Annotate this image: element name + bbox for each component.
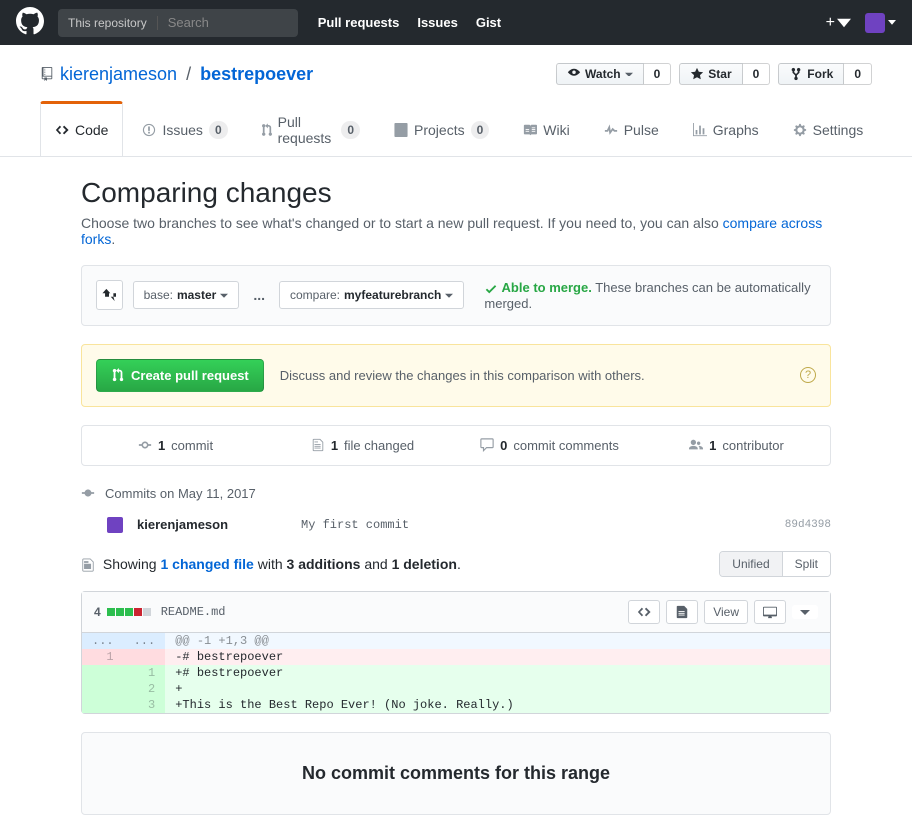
pr-icon	[262, 123, 272, 137]
tab-pull-requests[interactable]: Pull requests0	[247, 103, 375, 156]
repo-icon	[40, 67, 54, 81]
compare-branch-select[interactable]: compare: myfeaturebranch	[279, 281, 464, 309]
tab-graphs[interactable]: Graphs	[678, 103, 774, 156]
pagehead: kierenjameson / bestrepoever Watch 0 Sta…	[0, 45, 912, 157]
diff-view-toggle: Unified Split	[719, 551, 831, 577]
book-icon	[523, 123, 537, 137]
compare-box: base: master ... compare: myfeaturebranc…	[81, 265, 831, 326]
diff-table: ......@@ -1 +1,3 @@ 1-# bestrepoever 1+#…	[82, 633, 830, 713]
tab-settings[interactable]: Settings	[778, 103, 879, 156]
stats-row: 1 commit 1 file changed 0 commit comment…	[81, 425, 831, 466]
source-view-icon[interactable]	[628, 600, 660, 624]
pr-banner: Create pull request Discuss and review t…	[81, 344, 831, 407]
diffstat: 4	[94, 605, 151, 619]
stat-comments[interactable]: 0 commit comments	[456, 426, 643, 465]
swap-branches-icon[interactable]	[96, 280, 123, 310]
check-icon	[484, 282, 498, 296]
top-nav: Pull requests Issues Gist	[318, 15, 501, 30]
repo-title: kierenjameson / bestrepoever	[60, 64, 313, 85]
changed-files-link[interactable]: 1 changed file	[160, 556, 253, 572]
commit-row[interactable]: kierenjameson My first commit 89d4398	[81, 511, 831, 551]
watch-button[interactable]: Watch 0	[556, 63, 671, 85]
search-input[interactable]	[158, 15, 298, 30]
comment-icon	[480, 438, 494, 452]
file-icon	[311, 438, 325, 452]
fork-button[interactable]: Fork 0	[778, 63, 872, 85]
tab-code[interactable]: Code	[40, 101, 123, 156]
star-count[interactable]: 0	[743, 63, 771, 85]
code-icon	[55, 123, 69, 137]
tab-pulse[interactable]: Pulse	[589, 103, 674, 156]
pr-banner-text: Discuss and review the changes in this c…	[280, 368, 784, 383]
repo-link[interactable]: bestrepoever	[200, 64, 313, 84]
file-diff-icon	[81, 558, 95, 572]
merge-status: Able to merge. These branches can be aut…	[484, 280, 816, 311]
people-icon	[689, 438, 703, 452]
nav-gist[interactable]: Gist	[476, 15, 501, 30]
eye-icon	[567, 67, 581, 81]
github-logo-icon[interactable]	[16, 7, 44, 38]
pr-icon	[111, 368, 125, 382]
rendered-view-icon[interactable]	[666, 600, 698, 624]
owner-link[interactable]: kierenjameson	[60, 64, 177, 84]
display-icon[interactable]	[754, 600, 786, 624]
nav-pull-requests[interactable]: Pull requests	[318, 15, 400, 30]
no-comments: No commit comments for this range	[81, 732, 831, 815]
gear-icon	[793, 123, 807, 137]
ellipsis: ...	[249, 287, 269, 303]
commit-group-icon	[81, 486, 95, 500]
watch-count[interactable]: 0	[644, 63, 672, 85]
file-header: 4 README.md View	[82, 592, 830, 633]
split-button[interactable]: Split	[782, 552, 830, 576]
base-branch-select[interactable]: base: master	[133, 281, 240, 309]
fork-count[interactable]: 0	[844, 63, 872, 85]
graph-icon	[693, 123, 707, 137]
search-container: This repository	[58, 9, 298, 37]
create-new-icon[interactable]: +	[826, 14, 851, 32]
file-diff: 4 README.md View ......@@ -1 +1,3 @@ 1-#…	[81, 591, 831, 714]
commit-icon	[138, 438, 152, 452]
tab-projects[interactable]: Projects0	[379, 103, 504, 156]
diff-summary: Showing 1 changed file with 3 additions …	[81, 556, 461, 572]
unified-button[interactable]: Unified	[720, 552, 781, 576]
tab-issues[interactable]: Issues0	[127, 103, 242, 156]
stat-files[interactable]: 1 file changed	[269, 426, 456, 465]
search-scope[interactable]: This repository	[58, 16, 158, 30]
nav-issues[interactable]: Issues	[417, 15, 457, 30]
user-avatar[interactable]	[865, 13, 896, 33]
issue-icon	[142, 123, 156, 137]
topbar: This repository Pull requests Issues Gis…	[0, 0, 912, 45]
help-icon[interactable]: ?	[800, 367, 816, 383]
commit-avatar	[107, 517, 123, 533]
commit-message[interactable]: My first commit	[301, 518, 771, 532]
file-name[interactable]: README.md	[161, 605, 226, 619]
commit-author[interactable]: kierenjameson	[137, 517, 287, 532]
star-icon	[690, 67, 704, 81]
fork-icon	[789, 67, 803, 81]
stat-contributors[interactable]: 1 contributor	[643, 426, 830, 465]
chevron-down-icon[interactable]	[792, 605, 818, 619]
commit-sha[interactable]: 89d4398	[785, 519, 831, 531]
repo-nav: Code Issues0 Pull requests0 Projects0 Wi…	[40, 103, 872, 156]
page-subtext: Choose two branches to see what's change…	[81, 215, 831, 247]
tab-wiki[interactable]: Wiki	[508, 103, 584, 156]
pulse-icon	[604, 123, 618, 137]
star-button[interactable]: Star 0	[679, 63, 770, 85]
diff-header-row: Showing 1 changed file with 3 additions …	[81, 551, 831, 577]
project-icon	[394, 123, 408, 137]
create-pr-button[interactable]: Create pull request	[96, 359, 264, 392]
view-file-button[interactable]: View	[704, 600, 748, 624]
commits-date-header: Commits on May 11, 2017	[81, 486, 831, 501]
page-title: Comparing changes	[81, 177, 831, 209]
stat-commits[interactable]: 1 commit	[82, 426, 269, 465]
